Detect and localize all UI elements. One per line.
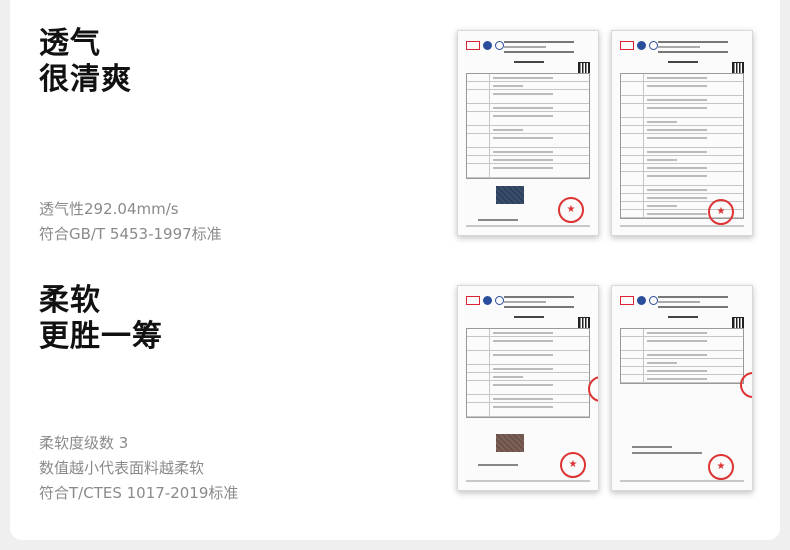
description-line: 透气性292.04mm/s (39, 200, 179, 218)
softness-description: 柔软度级数 3 数值越小代表面料越柔软 符合T/CTES 1017-2019标准 (39, 431, 238, 506)
certification-logo-icon (483, 41, 492, 50)
certification-logo-icon (483, 296, 492, 305)
softness-heading: 柔软 更胜一筹 (39, 283, 163, 355)
breathability-heading: 透气 很清爽 (39, 26, 132, 98)
fabric-swatch-image (496, 434, 524, 452)
test-report-page-3: ★ (457, 285, 599, 491)
test-report-page-4: ★ (611, 285, 753, 491)
softness-section: 柔软 更胜一筹 柔软度级数 3 数值越小代表面料越柔软 符合T/CTES 101… (10, 270, 780, 540)
description-line: 柔软度级数 3 (39, 434, 129, 452)
description-line: 符合GB/T 5453-1997标准 (39, 225, 222, 243)
breathability-description: 透气性292.04mm/s 符合GB/T 5453-1997标准 (39, 197, 222, 247)
star-seal-icon: ★ (708, 199, 734, 225)
heading-line-1: 透气 (39, 26, 101, 61)
cma-logo-icon (466, 296, 480, 305)
description-line: 符合T/CTES 1017-2019标准 (39, 484, 239, 502)
accreditation-logo-icon (649, 41, 658, 50)
cma-logo-icon (620, 41, 634, 50)
test-report-page-1: ★ (457, 30, 599, 236)
accreditation-logo-icon (495, 296, 504, 305)
description-line: 数值越小代表面料越柔软 (39, 459, 205, 477)
fabric-swatch-image (496, 186, 524, 204)
heading-line-1: 柔软 (39, 283, 101, 318)
accreditation-logo-icon (495, 41, 504, 50)
cma-logo-icon (466, 41, 480, 50)
star-seal-icon (740, 372, 752, 398)
breathability-section: 透气 很清爽 透气性292.04mm/s 符合GB/T 5453-1997标准 … (10, 0, 780, 270)
heading-line-2: 很清爽 (39, 62, 132, 97)
star-seal-icon: ★ (558, 197, 584, 223)
accreditation-logo-icon (649, 296, 658, 305)
certification-logo-icon (637, 41, 646, 50)
test-report-images: ★ ★ (457, 285, 753, 491)
content-card: 透气 很清爽 透气性292.04mm/s 符合GB/T 5453-1997标准 … (10, 0, 780, 540)
heading-line-2: 更胜一筹 (39, 319, 163, 354)
star-seal-icon: ★ (560, 452, 586, 478)
cma-logo-icon (620, 296, 634, 305)
star-seal-icon: ★ (708, 454, 734, 480)
test-report-images: ★ ★ (457, 30, 753, 236)
certification-logo-icon (637, 296, 646, 305)
test-report-page-2: ★ (611, 30, 753, 236)
